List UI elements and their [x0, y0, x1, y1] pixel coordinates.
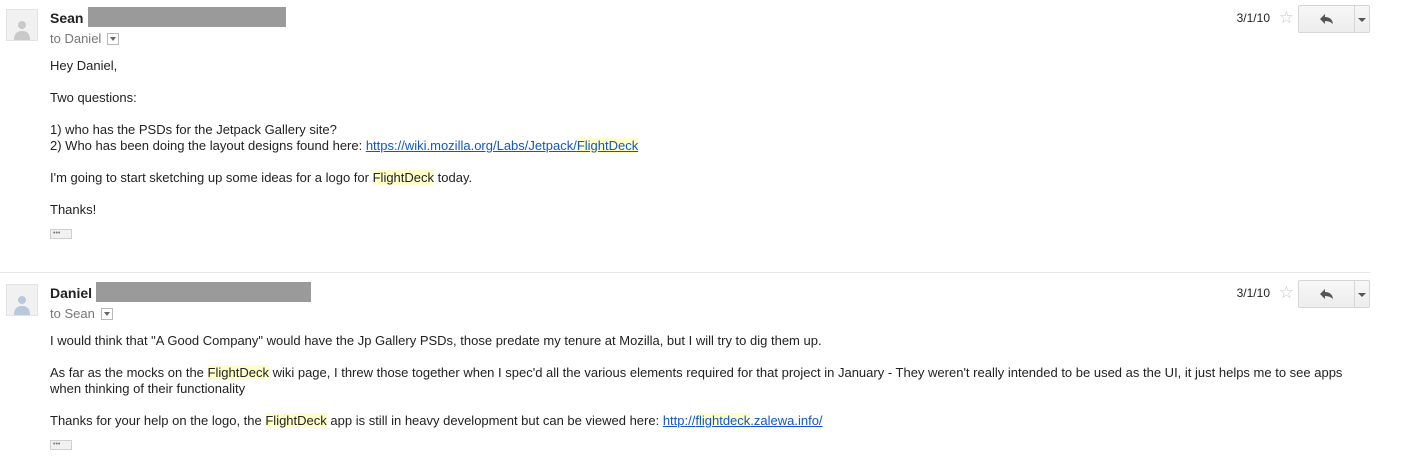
body-paragraph: Thanks!	[50, 202, 97, 217]
search-highlight: FlightDeck	[207, 365, 269, 380]
question-1: 1) who has the PSDs for the Jetpack Gall…	[50, 122, 337, 137]
link-text: http://	[662, 413, 696, 428]
reply-icon	[1319, 289, 1333, 299]
search-highlight: FlightDeck	[265, 413, 327, 428]
reply-button[interactable]	[1298, 5, 1355, 33]
message-actions	[1298, 5, 1370, 33]
body-text: Thanks for your help on the logo, the	[50, 413, 266, 428]
body-paragraph: Two questions:	[50, 90, 137, 105]
star-icon[interactable]: ☆	[1279, 284, 1294, 301]
search-highlight: flightdeck	[695, 413, 751, 428]
sender-avatar	[6, 284, 38, 316]
body-paragraph: 1) who has the PSDs for the Jetpack Gall…	[50, 122, 1360, 154]
body-paragraph: I'm going to start sketching up some ide…	[50, 170, 1360, 186]
show-details-icon[interactable]	[100, 307, 113, 320]
star-icon[interactable]: ☆	[1279, 9, 1294, 26]
sender-name[interactable]: Sean	[50, 10, 83, 26]
recipient-label: to Sean	[50, 306, 95, 321]
body-paragraph: Hey Daniel,	[50, 58, 118, 73]
recipient-line: to Daniel	[50, 31, 120, 46]
recipient-label: to Daniel	[50, 31, 102, 46]
more-options-icon[interactable]	[1355, 5, 1370, 33]
wiki-link[interactable]: https://wiki.mozilla.org/Labs/Jetpack/Fl…	[365, 138, 639, 153]
message-body: Hey Daniel, Two questions: 1) who has th…	[50, 58, 1360, 243]
message-body: I would think that "A Good Company" woul…	[50, 333, 1360, 454]
wiki-link-text: https://wiki.mozilla.org/Labs/Jetpack/	[365, 138, 577, 153]
reply-button[interactable]	[1298, 280, 1355, 308]
reply-icon	[1319, 14, 1333, 24]
message-date[interactable]: 3/1/10	[1237, 11, 1270, 25]
body-text: app is still in heavy development but ca…	[326, 413, 663, 428]
default-avatar-icon	[14, 21, 30, 40]
body-paragraph: I would think that "A Good Company" woul…	[50, 333, 822, 348]
message-1: Sean to Daniel 3/1/10 ☆ Hey Daniel, Two …	[0, 0, 1370, 270]
message-2: Daniel to Sean 3/1/10 ☆ I would think th…	[0, 275, 1370, 465]
show-trimmed-content-icon[interactable]	[50, 437, 72, 453]
more-options-icon[interactable]	[1355, 280, 1370, 308]
sender-avatar	[6, 9, 38, 41]
body-text: As far as the mocks on the	[50, 365, 208, 380]
flightdeck-link[interactable]: http://flightdeck.zalewa.info/	[663, 413, 823, 428]
message-divider	[0, 272, 1370, 273]
show-details-icon[interactable]	[107, 32, 120, 45]
sender-name[interactable]: Daniel	[50, 285, 92, 301]
search-highlight: FlightDeck	[576, 138, 639, 153]
link-text: .zalewa.info/	[750, 413, 823, 428]
body-text: today.	[434, 170, 473, 185]
body-paragraph: Thanks for your help on the logo, the Fl…	[50, 413, 1360, 429]
recipient-line: to Sean	[50, 306, 113, 321]
body-paragraph: As far as the mocks on the FlightDeck wi…	[50, 365, 1360, 397]
search-highlight: FlightDeck	[372, 170, 435, 185]
redacted-email	[88, 7, 286, 27]
question-2-text: 2) Who has been doing the layout designs…	[50, 138, 366, 153]
message-date[interactable]: 3/1/10	[1237, 286, 1270, 300]
message-actions	[1298, 280, 1370, 308]
show-trimmed-content-icon[interactable]	[50, 226, 72, 242]
default-avatar-icon	[14, 296, 30, 315]
redacted-email	[96, 282, 311, 302]
body-text: I'm going to start sketching up some ide…	[50, 170, 373, 185]
